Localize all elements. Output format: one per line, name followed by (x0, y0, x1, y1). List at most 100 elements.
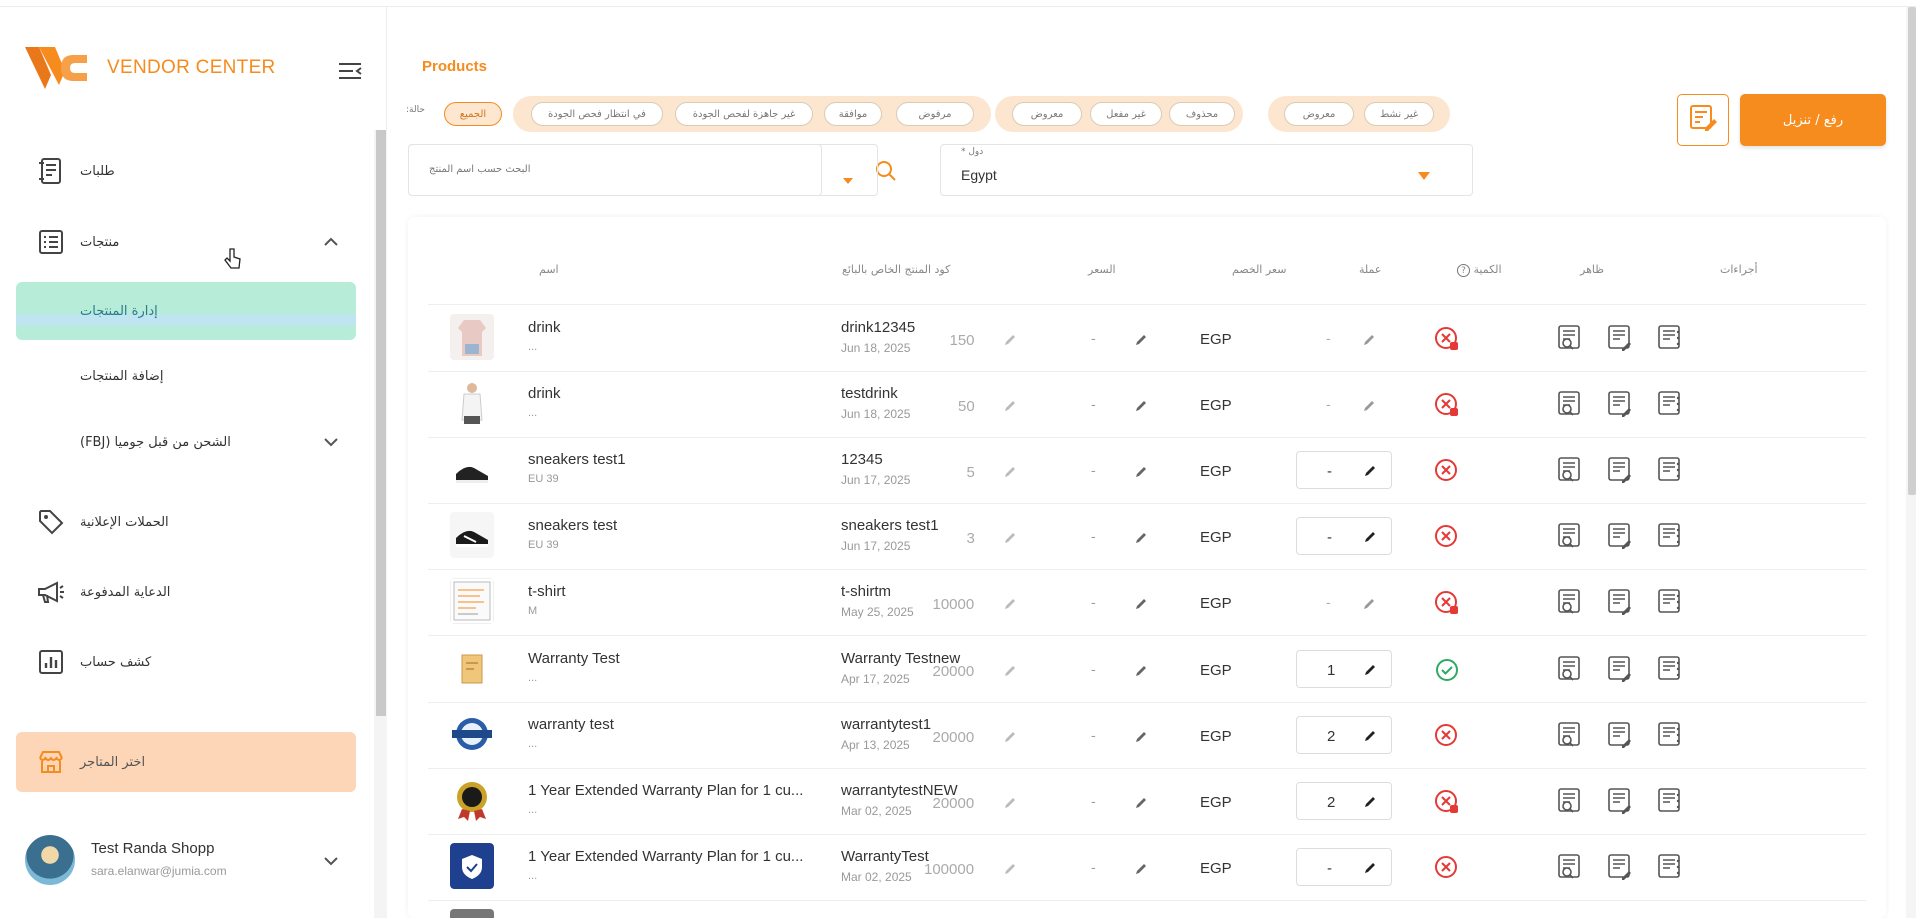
chevron-down-icon[interactable] (321, 851, 341, 871)
more-actions-icon[interactable] (1656, 521, 1684, 549)
search-icon[interactable] (875, 160, 897, 186)
choose-stores-button[interactable]: اختر المتاجر (16, 732, 356, 792)
view-details-icon[interactable] (1556, 389, 1584, 417)
product-thumbnail[interactable] (450, 711, 494, 757)
edit-product-icon[interactable] (1606, 455, 1634, 483)
edit-product-icon[interactable] (1606, 587, 1634, 615)
edit-sale-price-pencil-icon[interactable] (1134, 596, 1148, 610)
product-thumbnail[interactable] (450, 645, 494, 691)
sidebar-item-orders[interactable]: طلبات (0, 142, 360, 200)
chevron-down-icon[interactable] (1417, 166, 1431, 180)
edit-sale-price-pencil-icon[interactable] (1134, 332, 1148, 346)
quantity-field[interactable]: - (1296, 848, 1392, 886)
edit-price-pencil-icon[interactable] (1003, 729, 1017, 743)
edit-sale-price-pencil-icon[interactable] (1134, 729, 1148, 743)
help-icon[interactable]: ? (1457, 263, 1470, 277)
product-name[interactable]: 1 Year Extended Warranty Plan for 1 cu..… (528, 782, 803, 799)
vendor-center-logo[interactable]: VENDOR CENTER (25, 45, 276, 91)
sidebar-item-products[interactable]: منتجات (0, 213, 360, 271)
view-details-icon[interactable] (1556, 720, 1584, 748)
view-details-icon[interactable] (1556, 852, 1584, 880)
chevron-up-icon[interactable] (321, 232, 341, 252)
edit-price-pencil-icon[interactable] (1003, 861, 1017, 875)
edit-quantity-pencil-icon[interactable] (1362, 332, 1376, 346)
more-actions-icon[interactable] (1656, 389, 1684, 417)
product-name[interactable]: sneakers test1 (528, 451, 626, 468)
quantity-field[interactable]: 1 (1296, 650, 1392, 688)
edit-quantity-pencil-icon[interactable] (1363, 662, 1377, 676)
sidebar-item-manage-products[interactable]: إدارة المنتجات (16, 282, 356, 340)
visibility-status-icon[interactable] (1434, 458, 1460, 484)
more-actions-icon[interactable] (1656, 786, 1684, 814)
filter-chip-shown[interactable]: معروض (1284, 102, 1354, 126)
edit-sale-price-pencil-icon[interactable] (1134, 795, 1148, 809)
visibility-status-icon[interactable] (1434, 789, 1460, 815)
quantity-field[interactable]: 2 (1296, 782, 1392, 820)
filter-chip-approved[interactable]: موافقة (824, 102, 882, 126)
product-name[interactable]: drink (528, 385, 561, 402)
edit-price-pencil-icon[interactable] (1003, 530, 1017, 544)
filter-chip-disabled[interactable]: غير مفعل (1090, 102, 1162, 126)
product-thumbnail[interactable] (450, 777, 494, 823)
user-profile[interactable]: Test Randa Shopp sara.elanwar@jumia.com (25, 827, 355, 897)
edit-quantity-pencil-icon[interactable] (1362, 398, 1376, 412)
product-name[interactable]: 1 Year Extended Warranty Plan for 1 cu..… (528, 848, 803, 865)
filter-chip-inactive[interactable]: غير نشط (1364, 102, 1434, 126)
edit-quantity-pencil-icon[interactable] (1363, 860, 1377, 874)
edit-product-icon[interactable] (1606, 323, 1634, 351)
product-thumbnail[interactable] (450, 512, 494, 558)
edit-product-icon[interactable] (1606, 654, 1634, 682)
visibility-status-icon[interactable] (1434, 723, 1460, 749)
sidebar-item-sponsored-ads[interactable]: الدعاية المدفوعة (0, 563, 360, 621)
view-details-icon[interactable] (1556, 654, 1584, 682)
sidebar-item-campaigns[interactable]: الحملات الإعلانية (0, 493, 360, 551)
edit-quantity-pencil-icon[interactable] (1363, 794, 1377, 808)
more-actions-icon[interactable] (1656, 654, 1684, 682)
view-details-icon[interactable] (1556, 521, 1584, 549)
main-scrollbar-thumb[interactable] (1908, 7, 1916, 495)
edit-price-pencil-icon[interactable] (1003, 398, 1017, 412)
filter-chip-shown[interactable]: معروض (1012, 102, 1082, 126)
product-thumbnail[interactable] (450, 380, 494, 426)
visibility-status-icon[interactable] (1434, 326, 1460, 352)
edit-price-pencil-icon[interactable] (1003, 663, 1017, 677)
filter-chip-deleted[interactable]: محذوف (1169, 102, 1235, 126)
filter-chip-all[interactable]: الجميع (444, 102, 502, 126)
edit-sale-price-pencil-icon[interactable] (1134, 464, 1148, 478)
view-details-icon[interactable] (1556, 323, 1584, 351)
edit-quantity-pencil-icon[interactable] (1363, 529, 1377, 543)
quantity-field[interactable]: - (1296, 517, 1392, 555)
product-name[interactable]: Warranty Test (528, 650, 620, 667)
edit-sale-price-pencil-icon[interactable] (1134, 398, 1148, 412)
product-thumbnail[interactable] (450, 314, 494, 360)
visibility-status-icon[interactable] (1434, 392, 1460, 418)
edit-price-pencil-icon[interactable] (1003, 464, 1017, 478)
chevron-down-icon[interactable] (321, 432, 341, 452)
product-thumbnail[interactable] (450, 446, 494, 492)
product-thumbnail[interactable] (450, 578, 494, 624)
collapse-menu-icon[interactable] (337, 60, 363, 82)
product-name[interactable]: t-shirt (528, 583, 566, 600)
edit-sale-price-pencil-icon[interactable] (1134, 663, 1148, 677)
quantity-field[interactable]: - (1296, 451, 1392, 489)
edit-quantity-pencil-icon[interactable] (1362, 596, 1376, 610)
sidebar-item-account-statement[interactable]: كشف حساب (0, 633, 360, 691)
more-actions-icon[interactable] (1656, 323, 1684, 351)
edit-price-pencil-icon[interactable] (1003, 795, 1017, 809)
product-name[interactable]: warranty test (528, 716, 614, 733)
edit-product-icon[interactable] (1606, 389, 1634, 417)
quantity-field[interactable]: 2 (1296, 716, 1392, 754)
more-actions-icon[interactable] (1656, 852, 1684, 880)
filter-chip-rejected[interactable]: مرفوض (896, 102, 974, 126)
edit-quantity-pencil-icon[interactable] (1363, 728, 1377, 742)
edit-product-icon[interactable] (1606, 521, 1634, 549)
edit-product-icon[interactable] (1606, 720, 1634, 748)
edit-product-icon[interactable] (1606, 852, 1634, 880)
visibility-status-icon[interactable] (1434, 524, 1460, 550)
visibility-status-icon[interactable] (1434, 590, 1460, 616)
view-details-icon[interactable] (1556, 455, 1584, 483)
product-name[interactable]: drink (528, 319, 561, 336)
upload-download-button[interactable]: رفع / تنزيل (1740, 94, 1886, 146)
view-details-icon[interactable] (1556, 786, 1584, 814)
filter-chip-pending-qc[interactable]: في انتظار فحص الجودة (531, 102, 663, 126)
